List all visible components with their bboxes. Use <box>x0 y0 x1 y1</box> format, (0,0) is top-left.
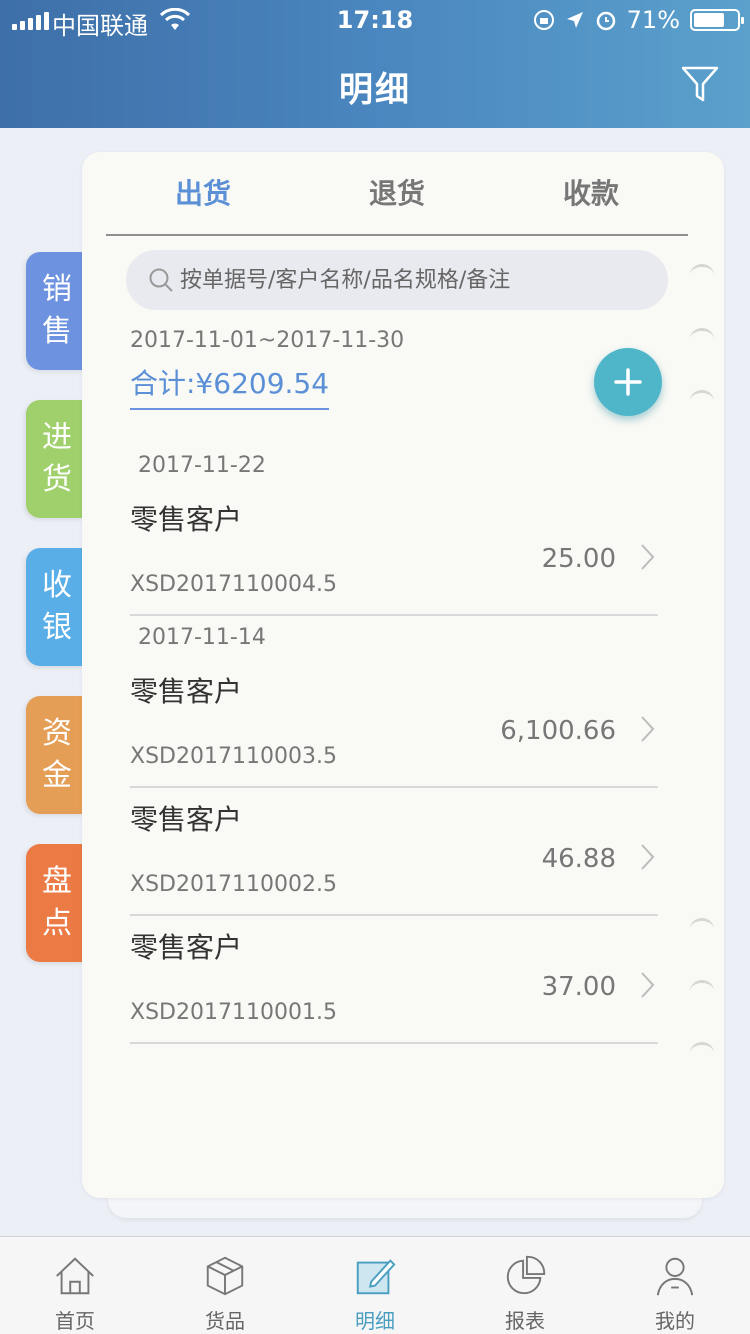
binder-ring <box>690 980 714 1002</box>
user-icon <box>656 1257 694 1296</box>
binder-ring <box>690 264 714 286</box>
group-date: 2017-11-22 <box>138 453 266 478</box>
side-tab-inventory[interactable]: 盘 点 <box>26 844 84 962</box>
side-tab-label: 销 <box>42 272 72 307</box>
tab-shipment[interactable]: 出货 <box>106 172 300 234</box>
orientation-lock-icon <box>533 10 554 30</box>
chevron-right-icon <box>641 544 655 570</box>
search-input[interactable] <box>180 267 668 293</box>
nav-label: 我的 <box>655 1309 695 1333</box>
chevron-right-icon <box>641 716 655 742</box>
side-tab-sales[interactable]: 销 售 <box>26 252 88 370</box>
alarm-icon <box>596 11 615 31</box>
filter-icon[interactable] <box>680 64 720 104</box>
side-tab-label: 售 <box>42 314 72 349</box>
total-amount: 合计:¥6209.54 <box>130 362 330 410</box>
amount: 46.88 <box>541 844 616 874</box>
battery-percent: 71% <box>626 6 680 34</box>
nav-label: 明细 <box>355 1309 395 1333</box>
nav-report[interactable]: 报表 <box>450 1237 600 1334</box>
order-number: XSD2017110002.5 <box>130 872 337 897</box>
nav-label: 货品 <box>205 1309 245 1333</box>
side-tab-label: 进 <box>42 420 72 455</box>
nav-goods[interactable]: 货品 <box>150 1237 300 1334</box>
nav-detail[interactable]: 明细 <box>300 1237 450 1334</box>
order-number: XSD2017110004.5 <box>130 572 337 597</box>
binder-ring <box>690 1042 714 1064</box>
date-range[interactable]: 2017-11-01~2017-11-30 <box>130 328 404 353</box>
detail-card: 出货 退货 收款 2017-11-01~2017-11-30 合计:¥6209.… <box>82 152 724 1198</box>
side-tab-label: 金 <box>42 758 72 793</box>
list-item[interactable]: 零售客户 6,100.66 XSD2017110003.5 <box>130 660 658 788</box>
type-tabs: 出货 退货 收款 <box>106 172 688 236</box>
side-tab-label: 银 <box>42 610 72 645</box>
status-bar: 中国联通 17:18 71% <box>0 0 750 40</box>
amount: 6,100.66 <box>500 716 616 746</box>
app-header: 中国联通 17:18 71% 明细 <box>0 0 750 128</box>
tab-return[interactable]: 退货 <box>300 172 494 234</box>
side-tab-label: 货 <box>42 462 72 497</box>
location-icon <box>566 12 583 28</box>
plus-icon <box>614 368 642 396</box>
group-date: 2017-11-14 <box>138 625 266 650</box>
search-icon <box>149 268 173 292</box>
page-title: 明细 <box>339 70 411 110</box>
side-tab-label: 盘 <box>42 864 72 899</box>
nav-label: 报表 <box>505 1309 545 1333</box>
list-item[interactable]: 零售客户 37.00 XSD2017110001.5 <box>130 916 658 1044</box>
binder-ring <box>690 390 714 412</box>
list-item[interactable]: 零售客户 25.00 XSD2017110004.5 <box>130 488 658 616</box>
order-number: XSD2017110001.5 <box>130 1000 337 1025</box>
edit-icon <box>356 1259 396 1295</box>
amount: 37.00 <box>541 972 616 1002</box>
customer-name: 零售客户 <box>130 803 243 836</box>
transaction-list: 2017-11-22 零售客户 25.00 XSD2017110004.5 20… <box>130 444 658 1044</box>
nav-mine[interactable]: 我的 <box>600 1237 750 1334</box>
chevron-right-icon <box>641 972 655 998</box>
nav-home[interactable]: 首页 <box>0 1237 150 1334</box>
side-tab-label: 资 <box>42 716 72 751</box>
box-icon <box>206 1256 244 1296</box>
home-icon <box>56 1257 94 1295</box>
binder-ring <box>690 918 714 940</box>
side-tab-label: 收 <box>42 568 72 603</box>
side-tab-purchase[interactable]: 进 货 <box>26 400 84 518</box>
tab-receipt[interactable]: 收款 <box>494 172 688 234</box>
side-tab-cashier[interactable]: 收 银 <box>26 548 84 666</box>
side-tab-funds[interactable]: 资 金 <box>26 696 84 814</box>
pie-chart-icon <box>506 1255 546 1295</box>
bottom-nav: 首页 货品 明细 报表 我的 <box>0 1236 750 1334</box>
amount: 25.00 <box>541 544 616 574</box>
customer-name: 零售客户 <box>130 931 243 964</box>
search-bar[interactable] <box>126 250 668 310</box>
side-tab-label: 点 <box>42 906 72 941</box>
battery-icon <box>690 9 744 31</box>
binder-ring <box>690 328 714 350</box>
order-number: XSD2017110003.5 <box>130 744 337 769</box>
add-button[interactable] <box>594 348 662 416</box>
nav-label: 首页 <box>55 1309 95 1333</box>
customer-name: 零售客户 <box>130 675 243 708</box>
list-item[interactable]: 零售客户 46.88 XSD2017110002.5 <box>130 788 658 916</box>
customer-name: 零售客户 <box>130 503 243 536</box>
chevron-right-icon <box>641 844 655 870</box>
